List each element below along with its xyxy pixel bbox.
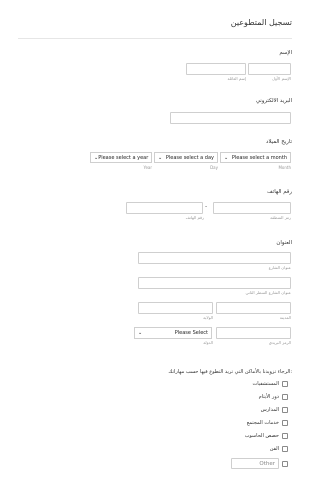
phone-dash: - xyxy=(205,203,208,210)
chevron-down-icon: ⌄ xyxy=(224,154,229,161)
community-services-checkbox[interactable] xyxy=(282,420,288,426)
chevron-down-icon: ⌄ xyxy=(138,330,143,336)
country-sublabel: الدولة xyxy=(203,340,213,345)
zip-sublabel: الرمز البريدي xyxy=(268,340,291,345)
first-name-sublabel: الإسم الأول xyxy=(272,76,291,81)
area-code-sublabel: رمز المنطقة xyxy=(270,215,291,220)
country-select-value: Please Select xyxy=(174,330,208,336)
day-sublabel: Day xyxy=(210,165,218,170)
other-input[interactable]: Other xyxy=(231,458,279,469)
address-label: العنوان xyxy=(276,240,292,246)
option-art[interactable]: الفن xyxy=(270,446,288,452)
option-orphanages[interactable]: دور الأيتام xyxy=(259,394,288,400)
country-select[interactable]: ⌄ Please Select xyxy=(134,327,212,339)
year-sublabel: Year xyxy=(143,165,152,170)
month-sublabel: Month xyxy=(278,165,291,170)
street-sublabel: عنوان الشارع xyxy=(268,265,291,270)
email-input[interactable] xyxy=(170,112,291,124)
option-hospitals[interactable]: المستشفيات xyxy=(252,381,288,387)
street2-sublabel: عنوان الشارع السطر الثاني xyxy=(245,290,291,295)
option-label: دور الأيتام xyxy=(258,394,279,400)
places-label: الرجاء تزويدنا بالأماكن التي تريد التطوع… xyxy=(168,369,292,375)
dob-label: تاريخ الميلاد xyxy=(266,139,292,145)
day-select-value: Please select a day xyxy=(165,154,214,161)
last-name-sublabel: إسم العائلة xyxy=(227,76,246,81)
street-input[interactable] xyxy=(138,252,291,264)
area-code-input[interactable] xyxy=(213,202,291,214)
phone-number-input[interactable] xyxy=(126,202,203,214)
schools-checkbox[interactable] xyxy=(282,407,288,413)
state-input[interactable] xyxy=(138,302,213,314)
page-title: تسجيل المتطوعين xyxy=(230,18,292,27)
name-label: الإسم xyxy=(279,50,292,56)
email-label: البريد الالكتروني xyxy=(255,98,292,104)
computer-classes-checkbox[interactable] xyxy=(282,433,288,439)
option-community-services[interactable]: خدمات المجتمع xyxy=(247,420,288,426)
month-select-value: Please select a month xyxy=(231,154,287,161)
option-label: المدارس xyxy=(260,407,279,413)
option-label: خدمات المجتمع xyxy=(246,420,279,426)
phone-number-sublabel: رقم الهاتف xyxy=(185,215,204,220)
chevron-down-icon: ⌄ xyxy=(158,154,163,161)
option-label: حصص الحاسوب xyxy=(244,433,279,439)
street2-input[interactable] xyxy=(138,277,291,289)
title-divider xyxy=(18,38,292,39)
state-sublabel: الولاية xyxy=(203,315,213,320)
option-computer-classes[interactable]: حصص الحاسوب xyxy=(245,433,288,439)
other-checkbox[interactable] xyxy=(282,460,288,467)
art-checkbox[interactable] xyxy=(282,446,288,452)
orphanages-checkbox[interactable] xyxy=(282,394,288,400)
option-label: المستشفيات xyxy=(252,381,279,387)
hospitals-checkbox[interactable] xyxy=(282,381,288,387)
option-other[interactable]: Other xyxy=(231,458,288,469)
year-select-value: Please select a year xyxy=(98,154,149,161)
year-select[interactable]: ⌄ Please select a year xyxy=(90,152,152,163)
phone-label: رقم الهاتف xyxy=(267,189,292,195)
day-select[interactable]: ⌄ Please select a day xyxy=(154,152,218,163)
last-name-input[interactable] xyxy=(186,63,246,75)
city-sublabel: المدينة xyxy=(279,315,291,320)
zip-input[interactable] xyxy=(216,327,291,339)
city-input[interactable] xyxy=(216,302,291,314)
option-label: الفن xyxy=(269,446,279,452)
month-select[interactable]: ⌄ Please select a month xyxy=(220,152,291,163)
option-schools[interactable]: المدارس xyxy=(261,407,288,413)
first-name-input[interactable] xyxy=(248,63,291,75)
